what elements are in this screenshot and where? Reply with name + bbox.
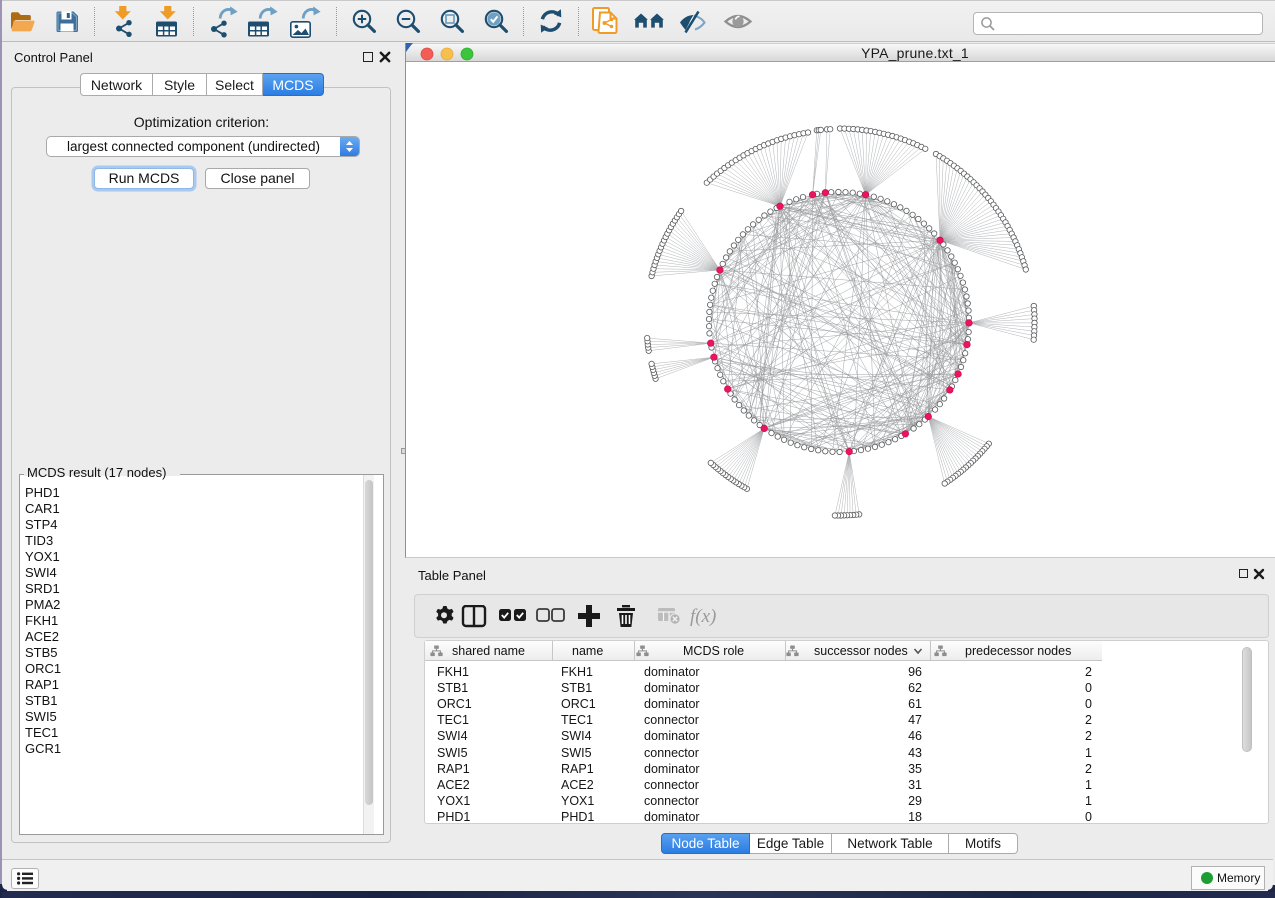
svg-text:f(x): f(x)	[690, 606, 716, 627]
